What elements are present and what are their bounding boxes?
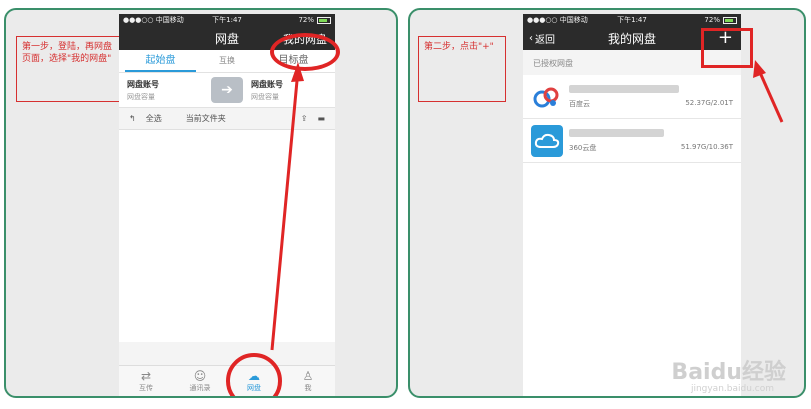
battery-icon (317, 16, 332, 24)
account-row: 网盘账号 网盘容量 ➔ 网盘账号 网盘容量 (119, 73, 335, 108)
disk-item-baidu[interactable]: 百度云 52.37G/2.01T (523, 75, 741, 119)
tab-me[interactable]: ♙ 我 (281, 366, 335, 396)
baidu-watermark: Baidu经验 (671, 360, 786, 385)
file-list-area (119, 130, 335, 342)
time-label: 下午1:47 (212, 16, 242, 24)
battery-percent: 72% (704, 16, 720, 24)
tab-swap[interactable]: 互换 (202, 50, 252, 72)
step1-note: 第一步，登陆，再网盘页面，选择"我的网盘" (16, 36, 120, 102)
phone-screen-left: ●●●○○ 中国移动 下午1:47 72% 网盘 我的网盘 起始盘 互换 目标盘… (119, 14, 335, 396)
left-panel: 第一步，登陆，再网盘页面，选择"我的网盘" ●●●○○ 中国移动 下午1:47 … (4, 8, 398, 398)
provider-label: 360云盘 (569, 143, 597, 152)
blurred-account-name (569, 128, 664, 137)
usage-label: 52.37G/2.01T (685, 98, 733, 107)
baidu-cloud-icon (531, 81, 563, 113)
arrow-right-icon: ➔ (221, 82, 233, 98)
step2-note: 第二步，点击"+" (418, 36, 506, 102)
account-capacity: 网盘容量 (251, 92, 279, 101)
back-arrow-icon[interactable]: ↰ (129, 114, 136, 123)
carrier-label: ●●●○○ 中国移动 (123, 16, 184, 24)
status-bar: ●●●○○ 中国移动 下午1:47 72% (119, 14, 335, 26)
disk-item-360[interactable]: 360云盘 51.97G/10.36T (523, 119, 741, 163)
tab-transfer[interactable]: ⇄ 互传 (119, 366, 173, 396)
current-folder-label: 当前文件夹 (185, 114, 226, 123)
page-title: 我的网盘 (607, 31, 656, 46)
battery-icon (722, 16, 737, 24)
account-name: 网盘账号 (127, 79, 159, 89)
carrier-label: ●●●○○ 中国移动 (527, 16, 588, 24)
person-icon: ♙ (302, 369, 314, 383)
chevron-left-icon: ‹ (529, 33, 533, 44)
phone-screen-right: ●●●○○ 中国移动 下午1:47 72% ‹ 返回 我的网盘 + 已授权网盘 (523, 14, 741, 396)
select-all-button[interactable]: 全选 (146, 113, 162, 124)
battery-percent: 72% (298, 16, 315, 24)
right-panel: 第二步，点击"+" ●●●○○ 中国移动 下午1:47 72% ‹ 返回 我的网… (408, 8, 806, 398)
account-capacity: 网盘容量 (127, 92, 155, 101)
transfer-icon: ⇄ (140, 369, 152, 383)
blurred-account-name (569, 84, 679, 93)
upload-icon[interactable]: ⇪ (301, 114, 308, 123)
start-account[interactable]: 网盘账号 网盘容量 (119, 79, 211, 102)
swap-arrow-button[interactable]: ➔ (211, 77, 243, 103)
time-label: 下午1:47 (617, 16, 647, 24)
contacts-icon: ☺ (193, 369, 207, 383)
page-title: 网盘 (214, 31, 239, 46)
highlight-box-plus (701, 28, 753, 68)
tab-contacts[interactable]: ☺ 通讯录 (173, 366, 227, 396)
account-name: 网盘账号 (251, 79, 283, 89)
file-toolbar: ↰ 全选 当前文件夹 ⇪ ▬ (119, 108, 335, 130)
watermark-url: jingyan.baidu.com (690, 384, 774, 394)
usage-label: 51.97G/10.36T (680, 142, 733, 151)
highlight-ellipse-my-netdisk (270, 33, 340, 71)
360-cloud-icon (531, 124, 563, 157)
target-account[interactable]: 网盘账号 网盘容量 (243, 79, 335, 102)
tab-start-disk[interactable]: 起始盘 (119, 50, 202, 72)
folder-icon[interactable]: ▬ (317, 114, 325, 123)
status-bar: ●●●○○ 中国移动 下午1:47 72% (523, 14, 741, 26)
provider-label: 百度云 (569, 99, 590, 108)
back-button[interactable]: ‹ 返回 (529, 31, 555, 46)
